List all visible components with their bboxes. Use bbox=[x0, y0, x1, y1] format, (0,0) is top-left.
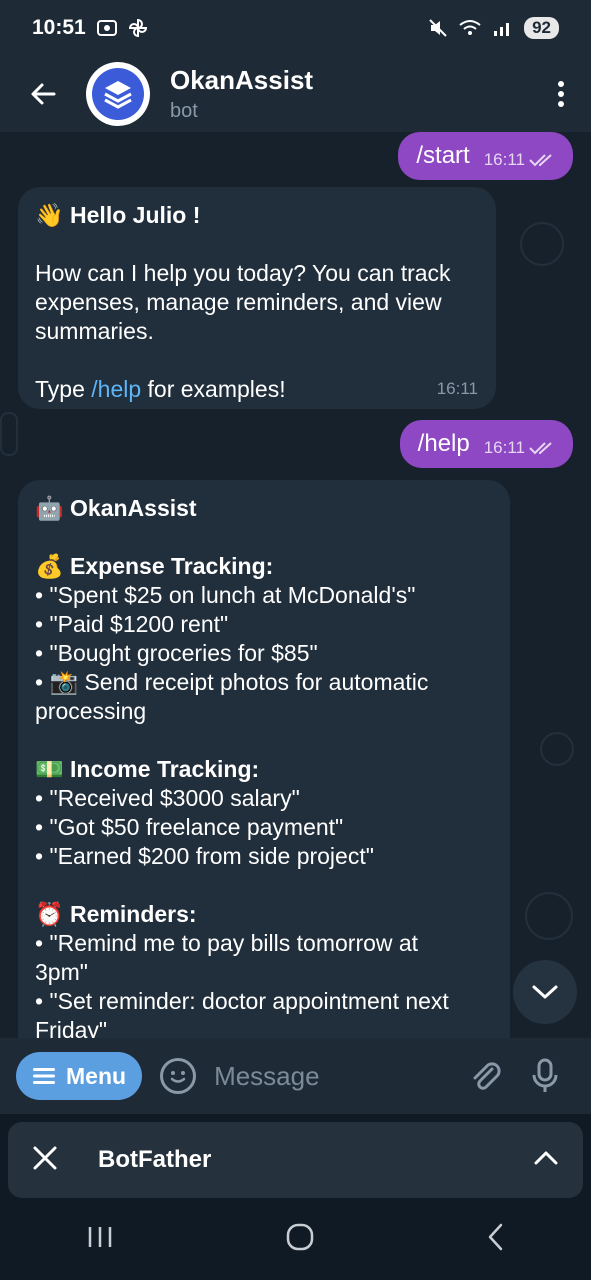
message-line bbox=[35, 523, 492, 552]
message-line: • "Earned $200 from side project" bbox=[35, 843, 374, 869]
message-time: 16:11 bbox=[436, 379, 478, 398]
message-line: • "Spent $25 on lunch at McDonald's" bbox=[35, 582, 416, 608]
bot-avatar[interactable] bbox=[86, 62, 150, 126]
message-line: 3pm" bbox=[35, 959, 88, 985]
close-icon bbox=[33, 1146, 57, 1169]
system-back-button[interactable] bbox=[486, 1222, 506, 1257]
arrow-left-icon bbox=[31, 83, 56, 105]
chevron-down-icon bbox=[532, 985, 558, 999]
message-line: • "Received $3000 salary" bbox=[35, 785, 300, 811]
message-line: expenses, manage reminders, and view bbox=[35, 289, 442, 315]
message-line bbox=[35, 871, 492, 900]
message-line: ⏰ Reminders: bbox=[35, 901, 197, 927]
chat-subtitle: bot bbox=[170, 100, 198, 122]
recent-apps-icon bbox=[88, 1226, 111, 1247]
double-check-icon bbox=[529, 154, 552, 167]
chevron-up-icon bbox=[534, 1151, 558, 1164]
mute-icon bbox=[429, 19, 447, 37]
panel-title: BotFather bbox=[98, 1146, 212, 1173]
voice-record-button[interactable] bbox=[515, 1058, 575, 1094]
menu-button-label: Menu bbox=[66, 1062, 127, 1089]
expand-panel-button[interactable] bbox=[533, 1150, 559, 1171]
message-line: processing bbox=[35, 698, 147, 724]
chat-area[interactable]: /start 16:11 👋 Hello Julio ! How can I h… bbox=[0, 132, 591, 1038]
layers-logo-icon bbox=[92, 68, 144, 120]
paperclip-icon bbox=[473, 1062, 501, 1090]
message-line: 👋 Hello Julio ! bbox=[35, 202, 201, 228]
double-check-icon bbox=[529, 442, 552, 455]
status-time: 10:51 bbox=[32, 16, 86, 39]
pinwheel-icon bbox=[128, 18, 147, 38]
background-doodle bbox=[540, 732, 574, 766]
wifi-icon bbox=[459, 20, 481, 35]
message-line: • "Set reminder: doctor appointment next bbox=[35, 988, 449, 1014]
outgoing-message[interactable]: /start 16:11 bbox=[398, 132, 573, 180]
message-line: Friday" bbox=[35, 1017, 108, 1038]
system-navigation-bar bbox=[0, 1198, 591, 1280]
home-button[interactable] bbox=[285, 1222, 315, 1257]
back-chevron-icon bbox=[488, 1223, 502, 1250]
message-line bbox=[35, 726, 492, 755]
hamburger-icon bbox=[33, 1068, 55, 1084]
chat-header: OkanAssist bot bbox=[0, 56, 591, 132]
kebab-menu-icon bbox=[558, 81, 564, 107]
message-text: for examples! bbox=[141, 376, 286, 402]
status-bar: 10:51 92 bbox=[0, 0, 591, 56]
emoji-button[interactable] bbox=[160, 1058, 197, 1094]
message-line: 🤖 OkanAssist bbox=[35, 495, 197, 521]
message-line: • "Remind me to pay bills tomorrow at bbox=[35, 930, 419, 956]
message-line: • "Bought groceries for $85" bbox=[35, 640, 318, 666]
message-line: • "Got $50 freelance payment" bbox=[35, 814, 344, 840]
background-doodle bbox=[520, 222, 564, 266]
home-icon bbox=[286, 1223, 313, 1250]
scroll-down-button[interactable] bbox=[513, 960, 577, 1024]
background-doodle bbox=[525, 892, 573, 940]
back-button[interactable] bbox=[0, 79, 86, 109]
message-input-bar: Menu Message bbox=[0, 1038, 591, 1114]
screenshot-icon bbox=[96, 20, 117, 36]
smiley-icon bbox=[170, 1071, 186, 1083]
incoming-message[interactable]: 👋 Hello Julio ! How can I help you today… bbox=[18, 187, 496, 409]
message-text: /start bbox=[416, 142, 470, 169]
message-time: 16:11 bbox=[483, 150, 525, 169]
message-line: How can I help you today? You can track bbox=[35, 260, 451, 286]
recent-apps-button[interactable] bbox=[86, 1224, 114, 1255]
battery-indicator: 92 bbox=[524, 17, 559, 39]
message-line: summaries. bbox=[35, 318, 154, 344]
outgoing-message[interactable]: /help 16:11 bbox=[399, 420, 573, 468]
microphone-icon bbox=[532, 1058, 558, 1092]
message-line: • 📸 Send receipt photos for automatic bbox=[35, 669, 429, 695]
bot-menu-button[interactable]: Menu bbox=[16, 1052, 143, 1100]
message-input[interactable]: Message bbox=[214, 1061, 455, 1092]
message-text: Type bbox=[35, 376, 92, 402]
background-doodle bbox=[0, 412, 18, 456]
attach-button[interactable] bbox=[455, 1059, 515, 1093]
message-line bbox=[35, 346, 478, 375]
signal-icon bbox=[494, 23, 510, 36]
incoming-message[interactable]: 🤖 OkanAssist 💰 Expense Tracking: • "Spen… bbox=[18, 480, 510, 1038]
chat-title: OkanAssist bbox=[170, 65, 314, 95]
message-line: 💰 Expense Tracking: bbox=[35, 553, 274, 579]
chat-title-block[interactable]: OkanAssist bot bbox=[170, 65, 531, 123]
message-line: 💵 Income Tracking: bbox=[35, 756, 260, 782]
message-line-with-link: Type /help for examples! bbox=[35, 375, 478, 404]
help-command-link[interactable]: /help bbox=[91, 376, 141, 402]
minimized-chat-panel[interactable]: BotFather bbox=[8, 1122, 583, 1198]
message-line: • "Paid $1200 rent" bbox=[35, 611, 229, 637]
close-panel-button[interactable] bbox=[32, 1145, 58, 1176]
message-time: 16:11 bbox=[483, 438, 525, 457]
message-line bbox=[35, 230, 478, 259]
message-text: /help bbox=[417, 430, 470, 457]
more-options-button[interactable] bbox=[531, 80, 591, 108]
